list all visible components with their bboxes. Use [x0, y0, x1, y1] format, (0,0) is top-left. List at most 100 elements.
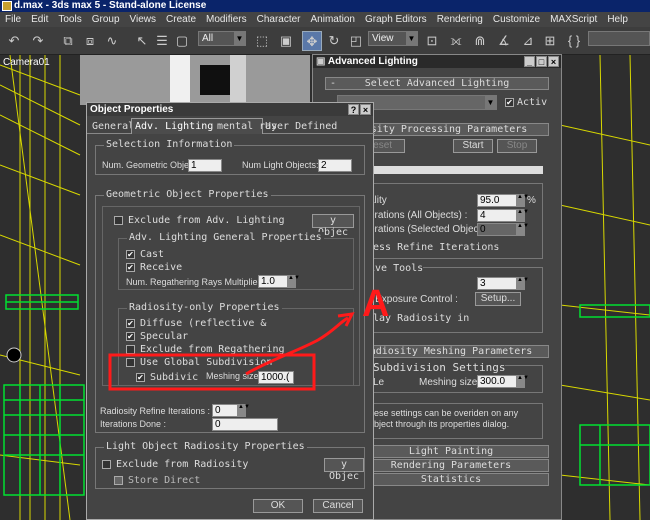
menu-maxscript[interactable]: MAXScript [545, 12, 602, 27]
ok-button[interactable]: OK [253, 499, 303, 513]
stop-button[interactable]: Stop [497, 139, 537, 153]
select-move-icon[interactable]: ⬚ [252, 31, 272, 51]
menu-bar: File Edit Tools Group Views Create Modifiers Ch… [0, 12, 650, 27]
light-painting-rollout[interactable]: Light Painting [353, 445, 549, 458]
move-tool-icon[interactable]: ✥ [302, 31, 322, 51]
angle-snap-icon[interactable]: ∡ [494, 31, 514, 51]
menu-rendering[interactable]: Rendering [432, 12, 488, 27]
exclude-radiosity-checkbox[interactable] [102, 460, 111, 469]
help-icon[interactable]: ? [348, 104, 359, 115]
menu-modifiers[interactable]: Modifiers [201, 12, 252, 27]
regather-multiplier-label: Num. Regathering Rays Multiplier: [126, 277, 264, 287]
specular-checkbox[interactable]: ✔ [126, 332, 135, 341]
redo-icon[interactable]: ↷ [28, 31, 48, 51]
quality-input[interactable]: 95.0 [477, 194, 517, 207]
select-arrow-icon[interactable]: ↖ [132, 31, 152, 51]
unlink-icon[interactable]: ⧈ [80, 31, 100, 51]
exclude-regathering-label: Exclude from Regathering [140, 344, 285, 355]
exclude-regathering-checkbox[interactable] [126, 345, 135, 354]
select-adv-lighting-rollout[interactable]: - Select Advanced Lighting [325, 77, 549, 90]
use-global-subdivision-label: Use Global Subdivision [140, 357, 273, 368]
menu-views[interactable]: Views [125, 12, 162, 27]
adv-meshing-size-input[interactable]: 300.0 [477, 375, 517, 388]
menu-help[interactable]: Help [602, 12, 633, 27]
spinner-snap-icon[interactable]: ⊞ [540, 31, 560, 51]
dialog-close-icon[interactable]: × [360, 104, 371, 115]
maximize-icon[interactable]: □ [536, 56, 547, 67]
menu-create[interactable]: Create [161, 12, 201, 27]
meshing-size-input[interactable]: 1000.( [258, 371, 294, 384]
window-crossing-icon[interactable]: ▣ [276, 31, 296, 51]
iterations-selected-input[interactable]: 0 [477, 223, 517, 236]
close-icon[interactable]: × [548, 56, 559, 67]
iterations-all-input[interactable]: 4 [477, 209, 517, 222]
menu-graph-editors[interactable]: Graph Editors [360, 12, 432, 27]
light-radiosity-group: Light Object Radiosity Properties Exclud… [95, 441, 365, 489]
selection-info-header: Selection Information [104, 139, 235, 150]
store-direct-checkbox[interactable] [114, 476, 123, 485]
minimize-icon[interactable]: _ [524, 56, 535, 67]
iterations-selected-spinner[interactable]: ▲▼ [517, 223, 529, 236]
iterations-done-value: 0 [212, 418, 278, 431]
menu-tools[interactable]: Tools [53, 12, 86, 27]
adv-meshing-size-spinner[interactable]: ▲▼ [517, 375, 529, 388]
receive-checkbox[interactable]: ✔ [126, 263, 135, 272]
exclude-adv-lighting-checkbox[interactable] [114, 216, 123, 225]
meshing-params-rollout[interactable]: adiosity Meshing Parameters [353, 345, 549, 358]
region-select-icon[interactable]: ▢ [172, 31, 192, 51]
start-button[interactable]: Start [453, 139, 493, 153]
reference-coord-dropdown[interactable]: View ▼ [368, 31, 418, 46]
cast-checkbox[interactable]: ✔ [126, 250, 135, 259]
select-by-name-icon[interactable]: ☰ [152, 31, 172, 51]
statistics-rollout[interactable]: Statistics [353, 473, 549, 486]
link-icon[interactable]: ⧉ [58, 31, 78, 51]
use-global-subdivision-checkbox[interactable] [126, 358, 135, 367]
setup-button[interactable]: Setup... [475, 292, 521, 306]
menu-group[interactable]: Group [87, 12, 125, 27]
scale-tool-icon[interactable]: ◰ [346, 31, 366, 51]
mirror-icon[interactable]: ⟗ [446, 31, 466, 51]
refine-iterations-spinner[interactable]: ▲▼ [238, 404, 250, 417]
interactive-tools-spinner[interactable]: ▲▼ [517, 277, 529, 290]
quality-spinner[interactable]: ▲▼ [517, 194, 529, 207]
pivot-center-icon[interactable]: ⊡ [422, 31, 442, 51]
by-object-button[interactable]: y Objec [312, 214, 354, 238]
iterations-all-spinner[interactable]: ▲▼ [517, 209, 529, 222]
num-geometric-value: 1 [188, 159, 222, 172]
menu-character[interactable]: Character [252, 12, 306, 27]
named-selection-icon[interactable]: { } [564, 31, 584, 51]
bind-space-warp-icon[interactable]: ∿ [102, 31, 122, 51]
magnet-icon[interactable]: ⋒ [470, 31, 490, 51]
menu-animation[interactable]: Animation [306, 12, 360, 27]
rendering-params-rollout[interactable]: Rendering Parameters [353, 459, 549, 472]
window-title: d.max - 3ds max 5 - Stand-alone License [14, 0, 207, 11]
by-object-button-light[interactable]: y Objec [324, 458, 364, 482]
object-properties-title: Object Properties [90, 104, 174, 115]
diffuse-checkbox[interactable]: ✔ [126, 319, 135, 328]
display-radiosity-label: lay Radiosity in [373, 313, 470, 324]
undo-icon[interactable]: ↶ [4, 31, 24, 51]
exclude-radiosity-label: Exclude from Radiosity [116, 459, 249, 470]
rotate-tool-icon[interactable]: ↻ [324, 31, 344, 51]
regather-multiplier-input[interactable]: 1.0 [258, 275, 288, 288]
menu-edit[interactable]: Edit [26, 12, 53, 27]
regather-multiplier-spinner[interactable]: ▲▼ [288, 275, 300, 288]
active-checkbox[interactable]: ✔ [505, 98, 514, 107]
cancel-button[interactable]: Cancel [313, 499, 363, 513]
tab-adv-lighting[interactable]: Adv. Lighting [135, 121, 213, 132]
menu-file[interactable]: File [0, 12, 26, 27]
menu-customize[interactable]: Customize [488, 12, 545, 27]
interactive-tools-input[interactable]: 3 [477, 277, 517, 290]
tab-user-defined[interactable]: User Defined [265, 121, 337, 132]
selection-filter-dropdown[interactable]: All ▼ [198, 31, 246, 46]
store-direct-label: Store Direct [128, 475, 201, 486]
subdivide-checkbox[interactable]: ✔ [136, 373, 145, 382]
named-selection-field[interactable] [588, 31, 650, 46]
subdivision-settings-header: Subdivision Settings [373, 361, 506, 374]
percent-snap-icon[interactable]: ⊿ [518, 31, 538, 51]
tab-general[interactable]: General [92, 121, 134, 132]
viewport-label[interactable]: Camera01 [3, 57, 50, 68]
refine-iterations-input[interactable]: 0 [212, 404, 238, 417]
specular-label: Specular [140, 331, 189, 342]
radiosity-only-header: Radiosity-only Properties [127, 302, 282, 313]
